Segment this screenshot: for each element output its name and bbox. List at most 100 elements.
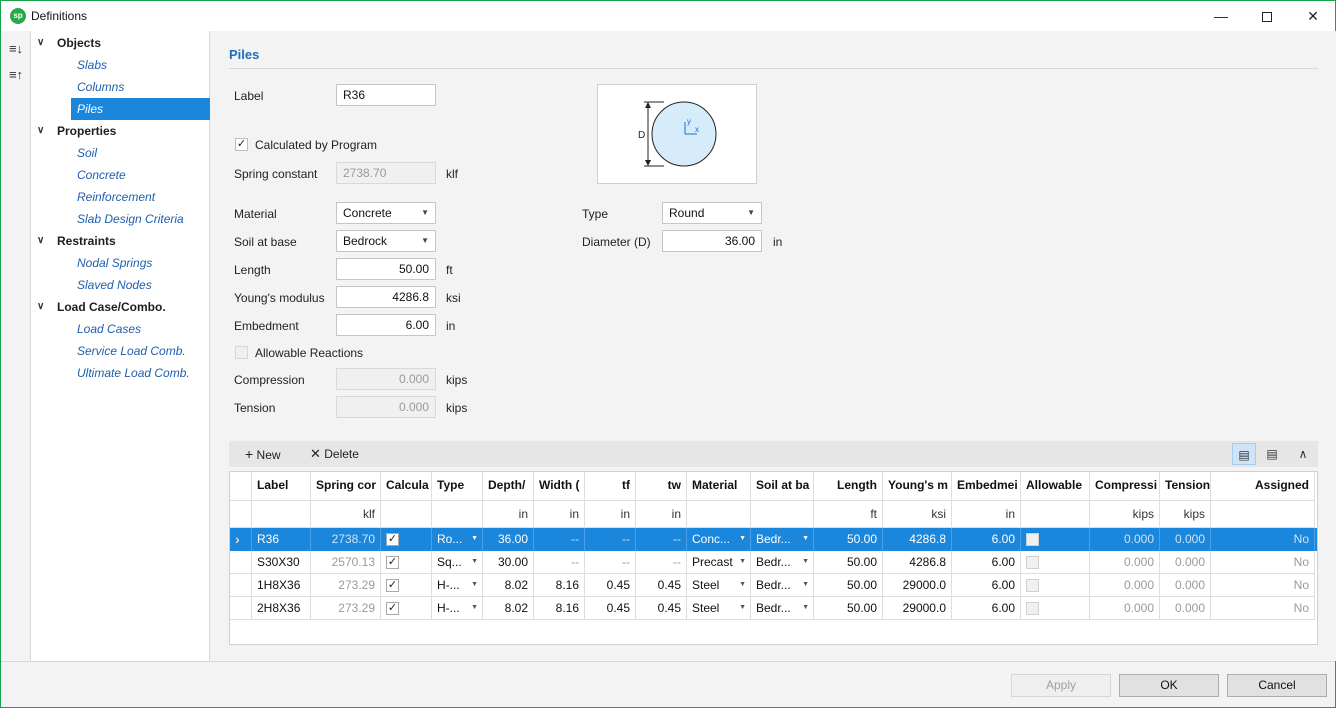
allowable-checkbox[interactable] — [1026, 579, 1039, 593]
table-cell[interactable] — [1021, 574, 1090, 597]
table-cell[interactable]: ✓ — [381, 551, 432, 574]
row-selector[interactable] — [230, 597, 252, 620]
table-cell[interactable]: -- — [585, 551, 636, 574]
table-cell[interactable]: No — [1211, 551, 1315, 574]
table-cell[interactable] — [1021, 551, 1090, 574]
table-cell[interactable]: 4286.8 — [883, 551, 952, 574]
column-header[interactable]: tw — [636, 472, 687, 501]
length-input[interactable]: 50.00 — [336, 258, 436, 280]
table-cell[interactable]: 0.000 — [1090, 551, 1160, 574]
calculated-checkbox[interactable]: ✓ — [386, 556, 399, 570]
type-select[interactable]: Round ▼ — [662, 202, 762, 224]
sort-ascending-icon[interactable]: ≡↑ — [6, 65, 26, 85]
table-row[interactable]: S30X30 2570.13 ✓ Sq... ▼ 30.00 -- -- -- Precast ▼ B… — [230, 551, 1317, 574]
tree-group-objects[interactable]: ∨ Objects — [31, 32, 210, 54]
diameter-input[interactable]: 36.00 — [662, 230, 762, 252]
table-cell[interactable]: Bedr... ▼ — [751, 574, 814, 597]
column-header[interactable]: Compressi — [1090, 472, 1160, 501]
row-selector[interactable]: › — [230, 528, 252, 551]
table-cell[interactable]: 29000.0 — [883, 597, 952, 620]
table-cell[interactable]: Bedr... ▼ — [751, 597, 814, 620]
table-cell[interactable]: Sq... ▼ — [432, 551, 483, 574]
column-header[interactable]: Soil at ba — [751, 472, 814, 501]
table-cell[interactable]: 0.000 — [1160, 597, 1211, 620]
soil-select[interactable]: Bedrock ▼ — [336, 230, 436, 252]
youngs-modulus-input[interactable]: 4286.8 — [336, 286, 436, 308]
table-cell[interactable]: S30X30 — [252, 551, 311, 574]
table-cell[interactable]: -- — [534, 528, 585, 551]
row-selector[interactable] — [230, 574, 252, 597]
table-cell[interactable]: Conc... ▼ — [687, 528, 751, 551]
table-cell[interactable]: 2H8X36 — [252, 597, 311, 620]
table-cell[interactable]: 8.16 — [534, 597, 585, 620]
column-header[interactable]: Embedmei — [952, 472, 1021, 501]
close-button[interactable]: ✕ — [1290, 1, 1336, 31]
tree-item-slab-design-criteria[interactable]: Slab Design Criteria — [71, 208, 210, 230]
tree-item-slaved-nodes[interactable]: Slaved Nodes — [71, 274, 210, 296]
material-select[interactable]: Concrete ▼ — [336, 202, 436, 224]
ok-button[interactable]: OK — [1119, 674, 1219, 697]
column-header[interactable]: Label — [252, 472, 311, 501]
table-cell[interactable]: Steel ▼ — [687, 597, 751, 620]
table-cell[interactable]: 6.00 — [952, 551, 1021, 574]
table-cell[interactable]: No — [1211, 574, 1315, 597]
table-cell[interactable]: 50.00 — [814, 528, 883, 551]
table-cell[interactable]: 8.16 — [534, 574, 585, 597]
cancel-button[interactable]: Cancel — [1227, 674, 1327, 697]
tree-item-nodal-springs[interactable]: Nodal Springs — [71, 252, 210, 274]
tree-item-reinforcement[interactable]: Reinforcement — [71, 186, 210, 208]
calculated-by-program-checkbox[interactable]: ✓ — [235, 138, 248, 151]
tree-item-columns[interactable]: Columns — [71, 76, 210, 98]
table-cell[interactable]: 6.00 — [952, 597, 1021, 620]
table-cell[interactable]: 30.00 — [483, 551, 534, 574]
embedment-input[interactable]: 6.00 — [336, 314, 436, 336]
apply-button[interactable]: Apply — [1011, 674, 1111, 697]
table-cell[interactable]: -- — [585, 528, 636, 551]
table-cell[interactable]: 2570.13 — [311, 551, 381, 574]
tree-group-properties[interactable]: ∨ Properties — [31, 120, 210, 142]
table-cell[interactable]: 273.29 — [311, 574, 381, 597]
table-cell[interactable]: -- — [636, 528, 687, 551]
table-cell[interactable]: 0.45 — [636, 574, 687, 597]
table-cell[interactable]: 2738.70 — [311, 528, 381, 551]
delete-button[interactable]: ✕ Delete — [310, 441, 359, 467]
column-header[interactable]: Type — [432, 472, 483, 501]
fit-columns-icon[interactable]: ▤ — [1232, 443, 1256, 465]
table-cell[interactable]: 273.29 — [311, 597, 381, 620]
table-cell[interactable]: 0.000 — [1090, 597, 1160, 620]
calculated-checkbox[interactable]: ✓ — [386, 579, 399, 593]
table-cell[interactable]: Ro... ▼ — [432, 528, 483, 551]
column-header[interactable]: Young's m — [883, 472, 952, 501]
column-header[interactable]: Tension — [1160, 472, 1211, 501]
table-cell[interactable]: Bedr... ▼ — [751, 528, 814, 551]
table-cell[interactable]: 50.00 — [814, 551, 883, 574]
table-cell[interactable]: 0.45 — [585, 597, 636, 620]
table-cell[interactable]: ✓ — [381, 597, 432, 620]
tree-group-restraints[interactable]: ∨ Restraints — [31, 230, 210, 252]
table-cell[interactable]: 6.00 — [952, 574, 1021, 597]
column-header[interactable]: Depth/ — [483, 472, 534, 501]
column-header[interactable]: Assigned — [1211, 472, 1315, 501]
tree-group-load-case[interactable]: ∨ Load Case/Combo. — [31, 296, 210, 318]
table-cell[interactable]: No — [1211, 597, 1315, 620]
calculated-checkbox[interactable]: ✓ — [386, 533, 399, 547]
tree-item-ultimate-load-comb[interactable]: Ultimate Load Comb. — [71, 362, 210, 384]
collapse-up-icon[interactable]: ∧ — [1291, 443, 1315, 465]
expand-columns-icon[interactable]: ▤ — [1260, 443, 1284, 465]
minimize-button[interactable]: — — [1198, 1, 1244, 31]
table-cell[interactable]: 50.00 — [814, 574, 883, 597]
table-cell[interactable]: H-... ▼ — [432, 597, 483, 620]
table-cell[interactable]: 0.000 — [1160, 574, 1211, 597]
sort-descending-icon[interactable]: ≡↓ — [6, 39, 26, 59]
column-header[interactable]: Length — [814, 472, 883, 501]
table-cell[interactable]: 0.000 — [1090, 574, 1160, 597]
table-cell[interactable]: 50.00 — [814, 597, 883, 620]
table-cell[interactable]: 0.000 — [1160, 528, 1211, 551]
table-cell[interactable]: 0.000 — [1160, 551, 1211, 574]
table-row[interactable]: 2H8X36 273.29 ✓ H-... ▼ 8.02 8.16 0.45 0.45 Steel… — [230, 597, 1317, 620]
tree-item-concrete[interactable]: Concrete — [71, 164, 210, 186]
table-cell[interactable]: 8.02 — [483, 574, 534, 597]
table-cell[interactable]: H-... ▼ — [432, 574, 483, 597]
column-header[interactable]: Calcula — [381, 472, 432, 501]
column-header[interactable]: Width ( — [534, 472, 585, 501]
